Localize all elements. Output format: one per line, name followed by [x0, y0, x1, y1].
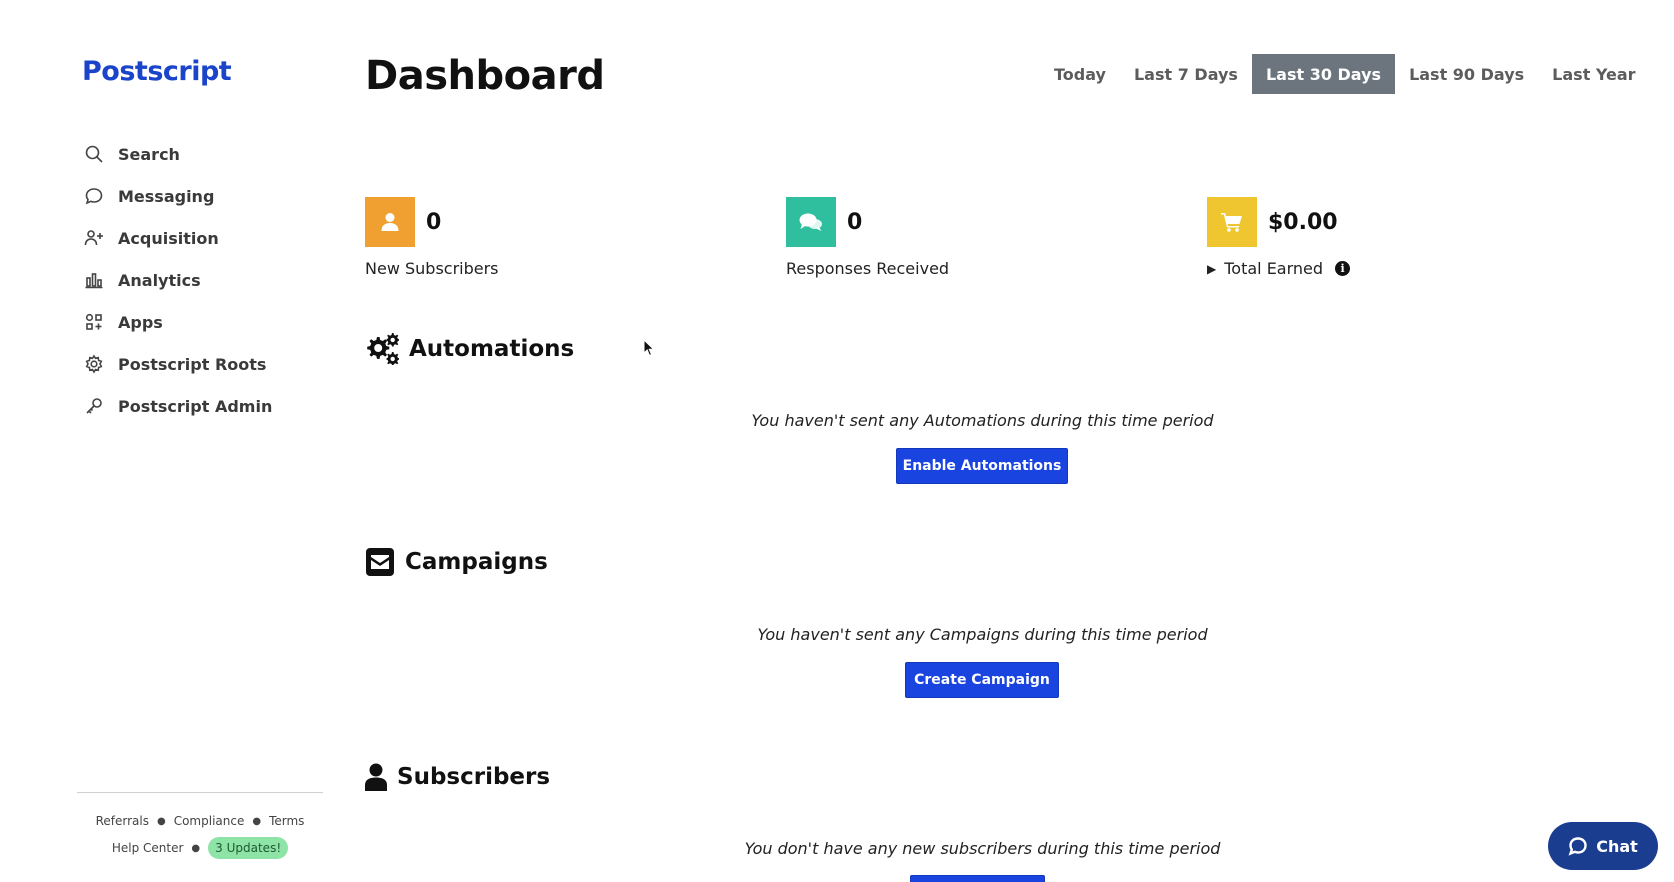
gears-icon [367, 333, 399, 365]
section-automations-header: Automations [365, 333, 574, 365]
key-icon [86, 398, 102, 414]
subscribers-empty-message: You don't have any new subscribers durin… [744, 839, 1221, 858]
section-title: Subscribers [397, 764, 551, 790]
page-title: Dashboard [365, 53, 605, 99]
sidebar-item-postscript-admin[interactable]: Postscript Admin [84, 385, 272, 427]
subscribers-action-button[interactable] [910, 875, 1045, 882]
campaigns-empty-message: You haven't sent any Campaigns during th… [757, 625, 1208, 644]
sidebar-item-label: Search [118, 144, 180, 164]
user-plus-icon [84, 230, 103, 246]
tab-last-90-days[interactable]: Last 90 Days [1395, 54, 1538, 94]
sidebar-item-apps[interactable]: Apps [84, 301, 272, 343]
envelope-icon [366, 548, 394, 576]
sidebar-item-label: Postscript Admin [118, 396, 273, 416]
search-icon [85, 145, 103, 163]
user-icon [365, 763, 387, 791]
chat-button[interactable]: Chat [1548, 822, 1658, 870]
caret-right-icon: ▶ [1207, 261, 1217, 276]
updates-badge[interactable]: 3 Updates! [208, 837, 289, 859]
gear-icon [85, 354, 103, 374]
compliance-link[interactable]: Compliance [174, 814, 245, 828]
create-campaign-button[interactable]: Create Campaign [905, 662, 1059, 698]
total-earned-toggle[interactable]: ▶ Total Earned i [1207, 259, 1351, 278]
sidebar-item-label: Apps [118, 312, 163, 332]
sidebar-item-label: Analytics [118, 270, 201, 290]
bar-chart-icon [85, 273, 103, 289]
sidebar-item-analytics[interactable]: Analytics [84, 259, 272, 301]
section-title: Automations [409, 336, 575, 362]
cart-icon [1207, 197, 1257, 247]
separator-dot: ● [252, 815, 262, 827]
stat-label: Responses Received [786, 259, 950, 278]
stat-value: 0 [426, 209, 442, 235]
sidebar-item-label: Acquisition [118, 228, 219, 248]
message-bubble-icon [85, 188, 103, 205]
chat-bubbles-icon [786, 197, 836, 247]
separator-dot: ● [191, 842, 201, 854]
sidebar: Postscript Search Messaging Acquisition … [0, 0, 330, 882]
terms-link[interactable]: Terms [269, 814, 304, 828]
date-range-tabs: Today Last 7 Days Last 30 Days Last 90 D… [1040, 54, 1650, 94]
sidebar-item-acquisition[interactable]: Acquisition [84, 217, 272, 259]
logo[interactable]: Postscript [82, 56, 232, 87]
info-icon[interactable]: i [1335, 261, 1351, 276]
section-subscribers-header: Subscribers [365, 763, 550, 791]
sidebar-item-messaging[interactable]: Messaging [84, 175, 272, 217]
sidebar-item-label: Postscript Roots [118, 354, 267, 374]
apps-grid-icon [85, 313, 102, 330]
chat-label: Chat [1596, 836, 1638, 856]
user-icon [365, 197, 415, 247]
separator-dot: ● [156, 815, 166, 827]
enable-automations-button[interactable]: Enable Automations [896, 448, 1068, 484]
stat-value: $0.00 [1268, 209, 1338, 235]
stat-new-subscribers: 0 New Subscribers [365, 197, 499, 278]
tab-last-year[interactable]: Last Year [1538, 54, 1649, 94]
sidebar-item-postscript-roots[interactable]: Postscript Roots [84, 343, 272, 385]
sidebar-nav: Search Messaging Acquisition Analytics A… [84, 133, 272, 427]
stat-value: 0 [847, 209, 863, 235]
tab-today[interactable]: Today [1040, 54, 1120, 94]
stat-responses-received: 0 Responses Received [786, 197, 949, 278]
stat-label: Total Earned [1224, 259, 1324, 278]
automations-empty-message: You haven't sent any Automations during … [751, 411, 1214, 430]
section-title: Campaigns [405, 549, 548, 575]
help-center-link[interactable]: Help Center [112, 841, 184, 855]
referrals-link[interactable]: Referrals [96, 814, 149, 828]
section-campaigns-header: Campaigns [365, 548, 548, 576]
sidebar-footer: Referrals ● Compliance ● Terms Help Cent… [77, 792, 323, 859]
tab-last-7-days[interactable]: Last 7 Days [1120, 54, 1252, 94]
sidebar-item-label: Messaging [118, 186, 215, 206]
tab-last-30-days[interactable]: Last 30 Days [1251, 54, 1396, 94]
mouse-cursor-icon [643, 339, 655, 357]
sidebar-item-search[interactable]: Search [84, 133, 272, 175]
stat-label: New Subscribers [365, 259, 499, 278]
chat-bubble-icon [1568, 837, 1587, 856]
stat-total-earned: $0.00 ▶ Total Earned i [1207, 197, 1351, 278]
